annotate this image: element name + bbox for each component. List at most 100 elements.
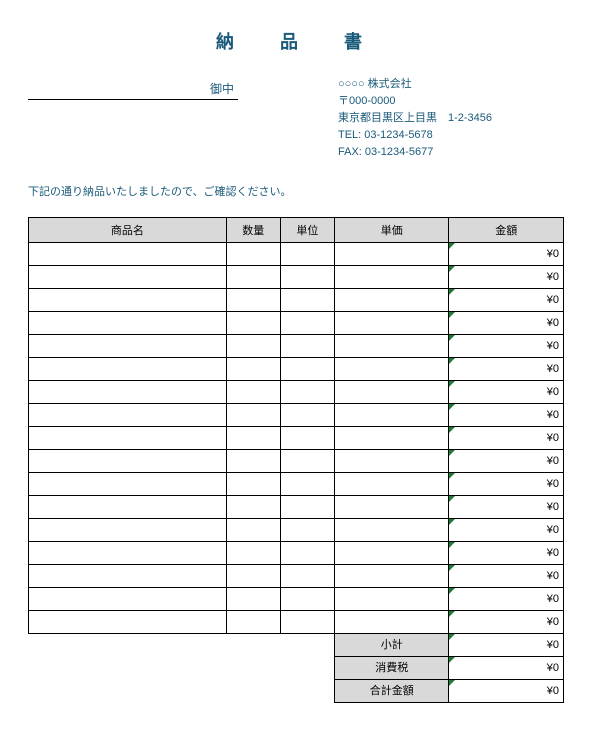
cell-price [334, 450, 448, 473]
cell-qty [226, 404, 280, 427]
cell-name [29, 358, 227, 381]
cell-amount: ¥0 [449, 496, 564, 519]
cell-price [334, 289, 448, 312]
company-info: ○○○○ 株式会社 〒000-0000 東京都目黒区上目黒 1-2-3456 T… [338, 76, 492, 161]
cell-amount: ¥0 [449, 243, 564, 266]
document-title: 納 品 書 [28, 28, 564, 54]
cell-qty [226, 243, 280, 266]
cell-name [29, 266, 227, 289]
cell-price [334, 335, 448, 358]
cell-name [29, 496, 227, 519]
company-tel: TEL: 03-1234-5678 [338, 127, 492, 144]
cell-amount: ¥0 [449, 565, 564, 588]
cell-qty [226, 266, 280, 289]
cell-name [29, 588, 227, 611]
cell-name [29, 611, 227, 634]
company-address: 東京都目黒区上目黒 1-2-3456 [338, 110, 492, 127]
table-row: ¥0 [29, 496, 564, 519]
cell-name [29, 243, 227, 266]
cell-amount: ¥0 [449, 381, 564, 404]
cell-unit [280, 381, 334, 404]
cell-unit [280, 565, 334, 588]
tax-label: 消費税 [334, 657, 448, 680]
cell-unit [280, 427, 334, 450]
table-row: ¥0 [29, 381, 564, 404]
recipient-field: 御中 [28, 80, 238, 100]
cell-price [334, 381, 448, 404]
cell-name [29, 542, 227, 565]
cell-name [29, 450, 227, 473]
th-unit: 単位 [280, 218, 334, 243]
delivery-table: 商品名 数量 単位 単価 金額 ¥0¥0¥0¥0¥0¥0¥0¥0¥0¥0¥0¥0… [28, 217, 564, 703]
cell-unit [280, 542, 334, 565]
cell-amount: ¥0 [449, 427, 564, 450]
cell-amount: ¥0 [449, 542, 564, 565]
confirm-text: 下記の通り納品いたしましたので、ご確認ください。 [28, 183, 564, 199]
cell-amount: ¥0 [449, 289, 564, 312]
cell-qty [226, 381, 280, 404]
cell-amount: ¥0 [449, 312, 564, 335]
table-row: ¥0 [29, 404, 564, 427]
cell-qty [226, 588, 280, 611]
cell-qty [226, 335, 280, 358]
th-name: 商品名 [29, 218, 227, 243]
table-row: ¥0 [29, 289, 564, 312]
table-row: ¥0 [29, 473, 564, 496]
total-value: ¥0 [449, 680, 564, 703]
table-row: ¥0 [29, 450, 564, 473]
subtotal-value: ¥0 [449, 634, 564, 657]
table-row: ¥0 [29, 243, 564, 266]
cell-amount: ¥0 [449, 588, 564, 611]
cell-unit [280, 450, 334, 473]
subtotal-label: 小計 [334, 634, 448, 657]
cell-price [334, 404, 448, 427]
table-row: ¥0 [29, 266, 564, 289]
tax-value: ¥0 [449, 657, 564, 680]
table-row: ¥0 [29, 565, 564, 588]
cell-unit [280, 588, 334, 611]
cell-unit [280, 266, 334, 289]
cell-unit [280, 404, 334, 427]
cell-amount: ¥0 [449, 519, 564, 542]
cell-name [29, 565, 227, 588]
cell-price [334, 588, 448, 611]
cell-name [29, 335, 227, 358]
table-row: ¥0 [29, 588, 564, 611]
cell-unit [280, 243, 334, 266]
cell-name [29, 289, 227, 312]
table-row: ¥0 [29, 427, 564, 450]
cell-amount: ¥0 [449, 473, 564, 496]
cell-name [29, 381, 227, 404]
company-postal: 〒000-0000 [338, 93, 492, 110]
cell-price [334, 427, 448, 450]
cell-qty [226, 473, 280, 496]
cell-name [29, 404, 227, 427]
cell-qty [226, 611, 280, 634]
cell-name [29, 312, 227, 335]
company-name: ○○○○ 株式会社 [338, 76, 492, 93]
cell-qty [226, 450, 280, 473]
cell-unit [280, 611, 334, 634]
total-label: 合計金額 [334, 680, 448, 703]
table-row: ¥0 [29, 312, 564, 335]
table-row: ¥0 [29, 358, 564, 381]
cell-qty [226, 542, 280, 565]
cell-price [334, 611, 448, 634]
cell-price [334, 542, 448, 565]
cell-price [334, 496, 448, 519]
th-price: 単価 [334, 218, 448, 243]
cell-unit [280, 289, 334, 312]
company-fax: FAX: 03-1234-5677 [338, 144, 492, 161]
cell-unit [280, 473, 334, 496]
table-row: ¥0 [29, 519, 564, 542]
cell-qty [226, 565, 280, 588]
cell-price [334, 358, 448, 381]
table-row: ¥0 [29, 335, 564, 358]
th-qty: 数量 [226, 218, 280, 243]
cell-amount: ¥0 [449, 358, 564, 381]
cell-qty [226, 496, 280, 519]
cell-amount: ¥0 [449, 335, 564, 358]
cell-price [334, 243, 448, 266]
cell-qty [226, 312, 280, 335]
cell-qty [226, 358, 280, 381]
